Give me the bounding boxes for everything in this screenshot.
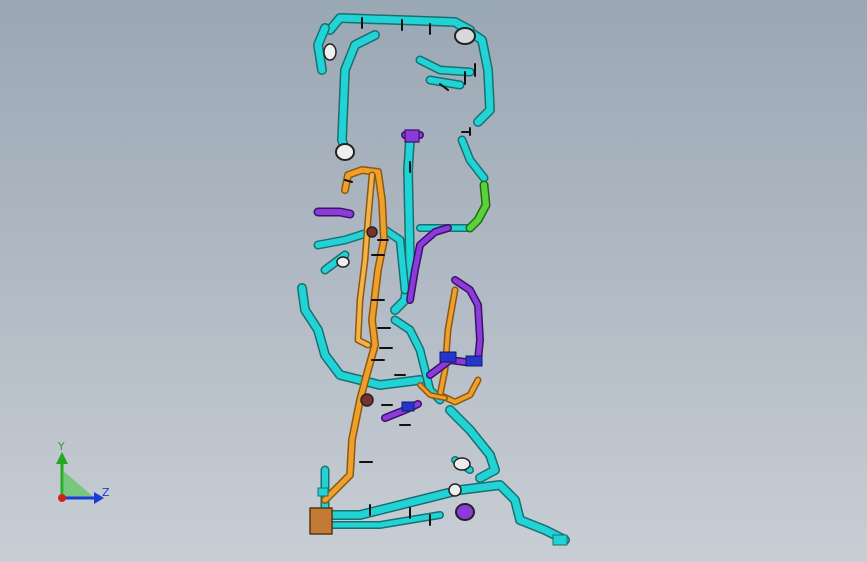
x-axis-origin — [58, 494, 66, 502]
coordinate-triad — [56, 452, 104, 504]
cyan-pipe-group[interactable] — [297, 13, 570, 545]
pipe-harness-assembly[interactable] — [297, 13, 570, 546]
y-axis-label: Y — [58, 440, 65, 453]
z-axis-label: Z — [102, 486, 110, 499]
green-pipe-segment[interactable] — [465, 180, 491, 233]
orange-pipe-group[interactable] — [321, 166, 482, 504]
cad-3d-viewport[interactable] — [0, 0, 867, 562]
